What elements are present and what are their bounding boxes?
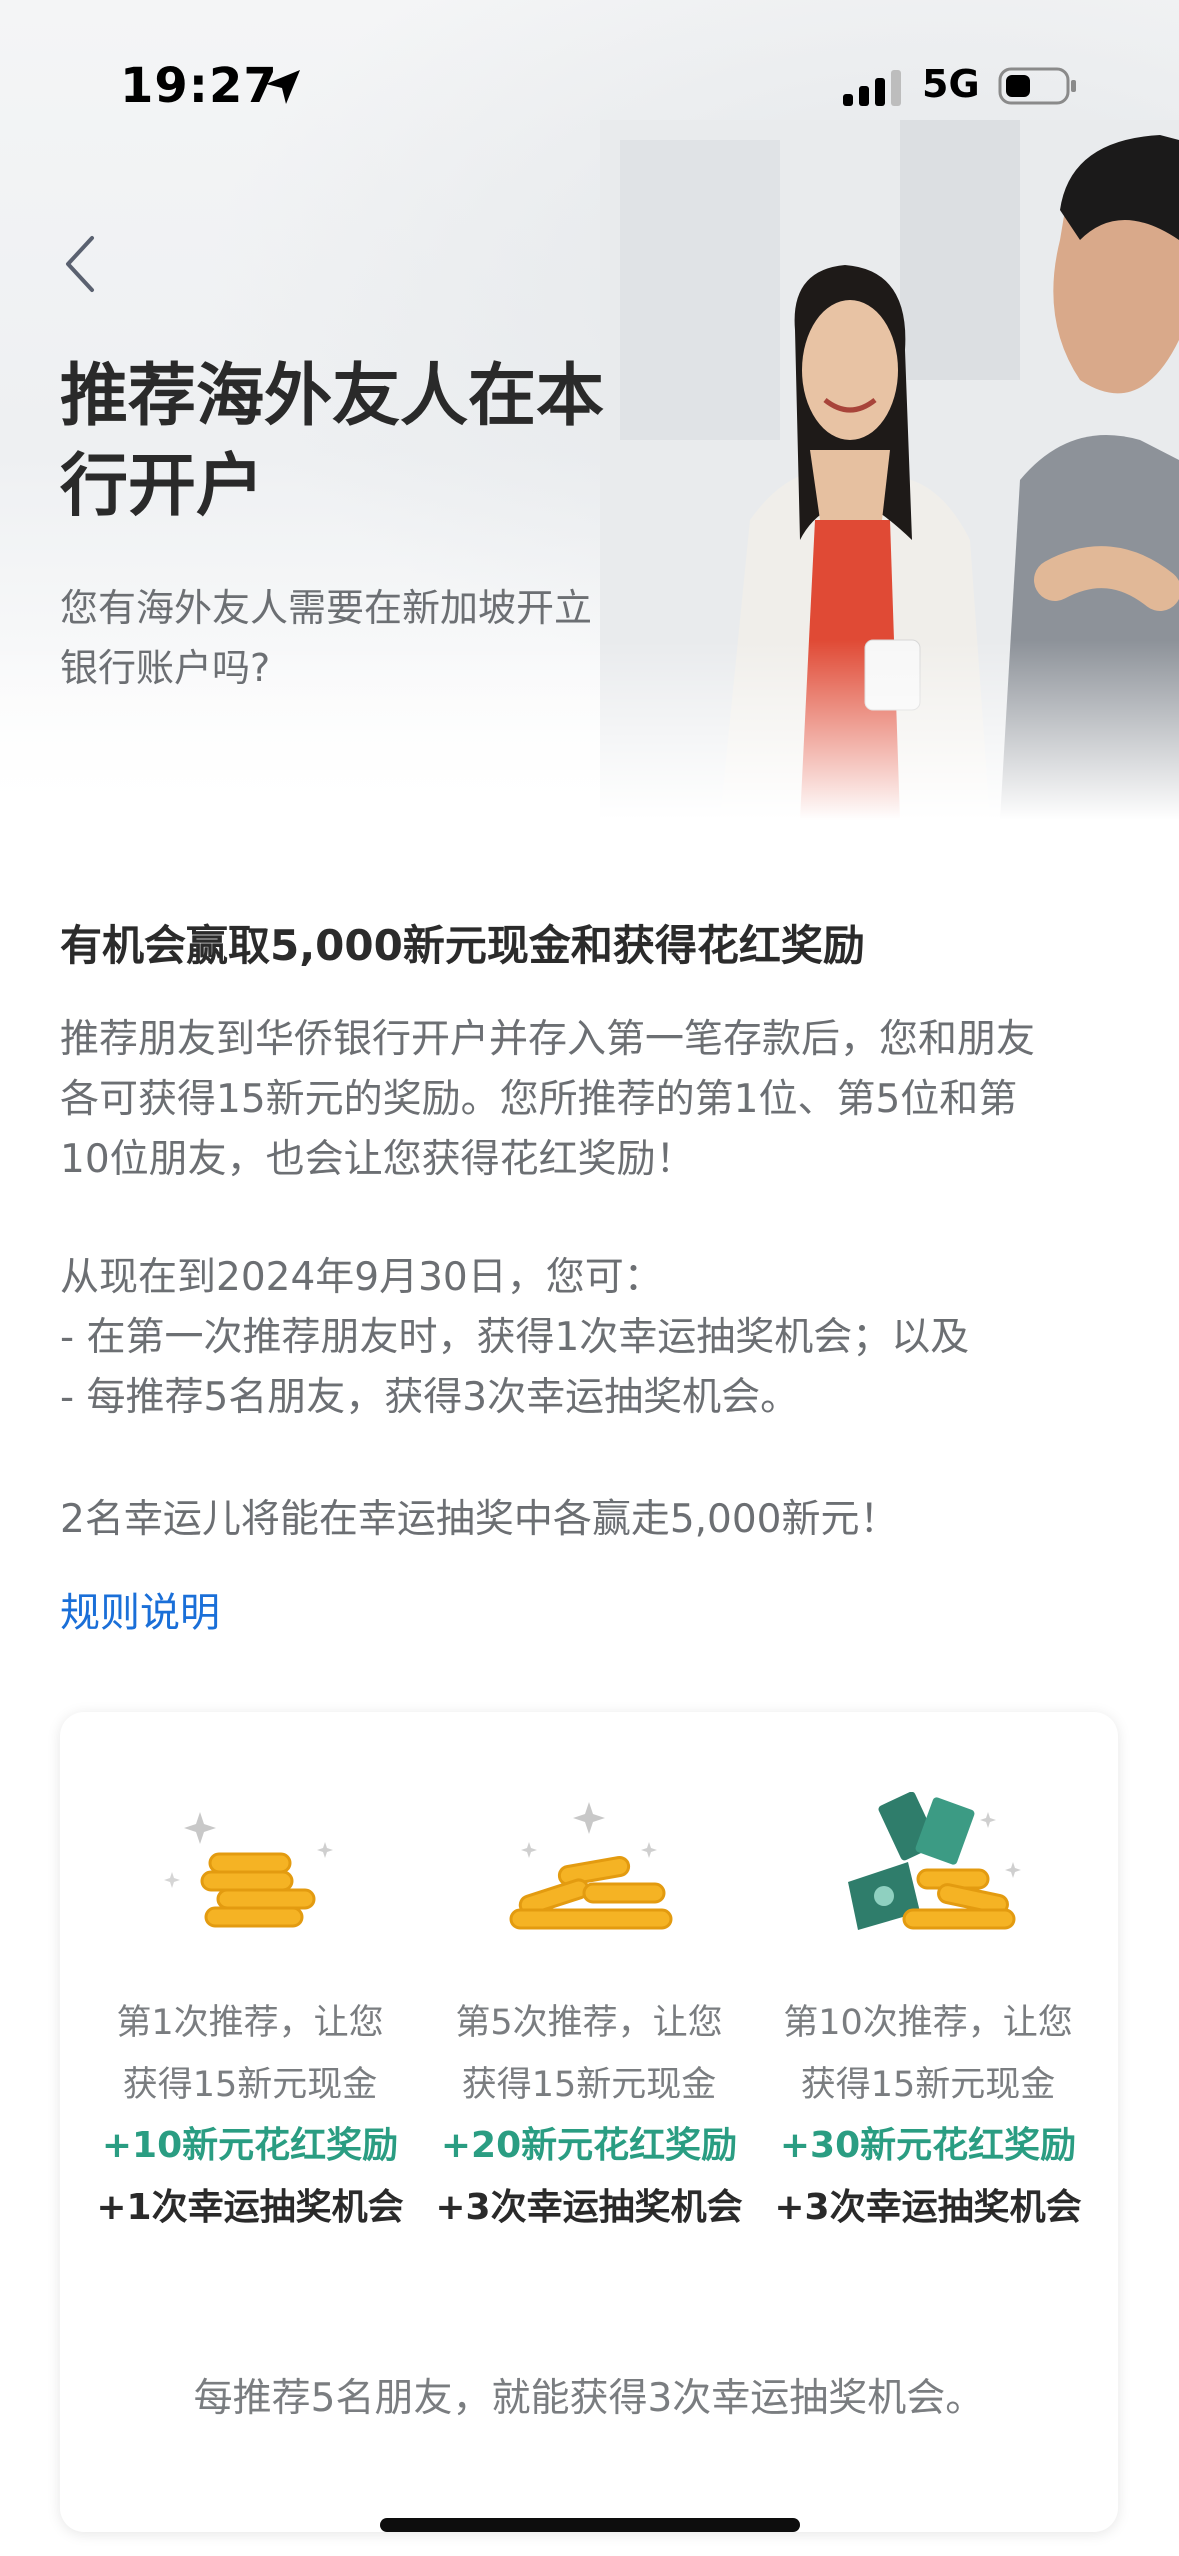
tier-3-line-2: 获得15新元现金 xyxy=(800,2065,1056,2105)
back-chevron-icon[interactable] xyxy=(60,232,100,296)
page-subtitle: 您有海外友人需要在新加坡开立 银行账户吗? xyxy=(60,578,680,698)
page-subtitle-line-2: 银行账户吗? xyxy=(60,646,271,690)
status-time: 19:27 xyxy=(120,58,278,114)
tier-1-draw: +1次幸运抽奖机会 xyxy=(96,2187,404,2228)
promo-paragraph-1-line: 10位朋友，也会让您获得花红奖励！ xyxy=(60,1137,695,1182)
promo-paragraph-2: 从现在到2024年9月30日，您可： - 在第一次推荐朋友时，获得1次幸运抽奖机… xyxy=(60,1248,1120,1428)
promo-paragraph-1-line: 各可获得15新元的奖励。您所推荐的第1位、第5位和第 xyxy=(60,1077,1018,1122)
promo-paragraph-2-line: - 在第一次推荐朋友时，获得1次幸运抽奖机会；以及 xyxy=(60,1315,970,1360)
tier-3-bonus: +30新元花红奖励 xyxy=(779,2125,1077,2166)
rewards-card: 第1次推荐，让您 获得15新元现金 +10新元花红奖励 +1次幸运抽奖机会 第5… xyxy=(60,1712,1118,2532)
tier-1-bonus: +10新元花红奖励 xyxy=(101,2125,399,2166)
promo-paragraph-2-line: - 每推荐5名朋友，获得3次幸运抽奖机会。 xyxy=(60,1375,800,1420)
coin-stack-icon xyxy=(164,1812,333,1928)
page-title-line-1: 推荐海外友人在本 xyxy=(60,357,605,436)
promo-paragraph-3: 2名幸运儿将能在幸运抽奖中各赢走5,000新元！ xyxy=(60,1497,899,1542)
tier-2-line-2: 获得15新元现金 xyxy=(461,2065,717,2105)
promo-paragraph-2-line: 从现在到2024年9月30日，您可： xyxy=(60,1255,663,1300)
battery-icon xyxy=(998,67,1076,105)
page-subtitle-line-1: 您有海外友人需要在新加坡开立 xyxy=(60,586,593,630)
network-type: 5G xyxy=(922,62,980,106)
tier-2-line-1: 第5次推荐，让您 xyxy=(455,2003,723,2043)
page-title-line-2: 行开户 xyxy=(60,447,265,526)
tier-3-line-1: 第10次推荐，让您 xyxy=(783,2003,1073,2043)
tier-1-line-2: 获得15新元现金 xyxy=(122,2065,378,2105)
hero-banner: 19:27 5G 推荐海外友人在本 行开户 您有海外友人需要在新加坡开立 银行账… xyxy=(0,0,1179,820)
promo-heading: 有机会赢取5,000新元现金和获得花红奖励 xyxy=(60,921,865,970)
page-title: 推荐海外友人在本 行开户 xyxy=(60,352,680,532)
tier-2-bonus: +20新元花红奖励 xyxy=(440,2125,738,2166)
cellular-signal-icon xyxy=(843,70,901,106)
tier-2-draw: +3次幸运抽奖机会 xyxy=(435,2187,743,2228)
tier-3-draw: +3次幸运抽奖机会 xyxy=(774,2187,1082,2228)
tier-1-line-1: 第1次推荐，让您 xyxy=(116,2003,384,2043)
coin-pile-icon xyxy=(509,1802,673,1930)
promo-paragraph-1: 推荐朋友到华侨银行开户并存入第一笔存款后，您和朋友 各可获得15新元的奖励。您所… xyxy=(60,1010,1120,1190)
rules-link[interactable]: 规则说明 xyxy=(60,1580,220,1638)
rewards-footer-note: 每推荐5名朋友，就能获得3次幸运抽奖机会。 xyxy=(193,2376,985,2421)
promo-paragraph-1-line: 推荐朋友到华侨银行开户并存入第一笔存款后，您和朋友 xyxy=(60,1017,1036,1062)
cash-and-coins-icon xyxy=(848,1792,1021,1930)
location-arrow-icon xyxy=(266,70,300,104)
home-indicator[interactable] xyxy=(380,2518,800,2532)
